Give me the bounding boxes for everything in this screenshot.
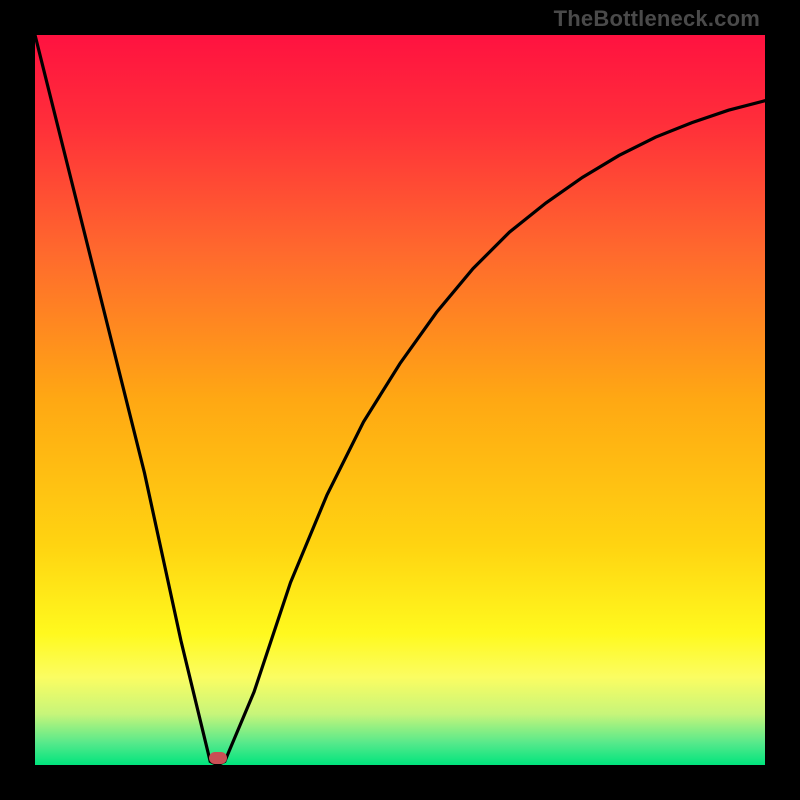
chart-background-gradient: [35, 35, 765, 765]
watermark-text: TheBottleneck.com: [554, 6, 760, 32]
plot-area: [35, 35, 765, 765]
minimum-marker: [209, 752, 227, 764]
chart-container: TheBottleneck.com: [0, 0, 800, 800]
